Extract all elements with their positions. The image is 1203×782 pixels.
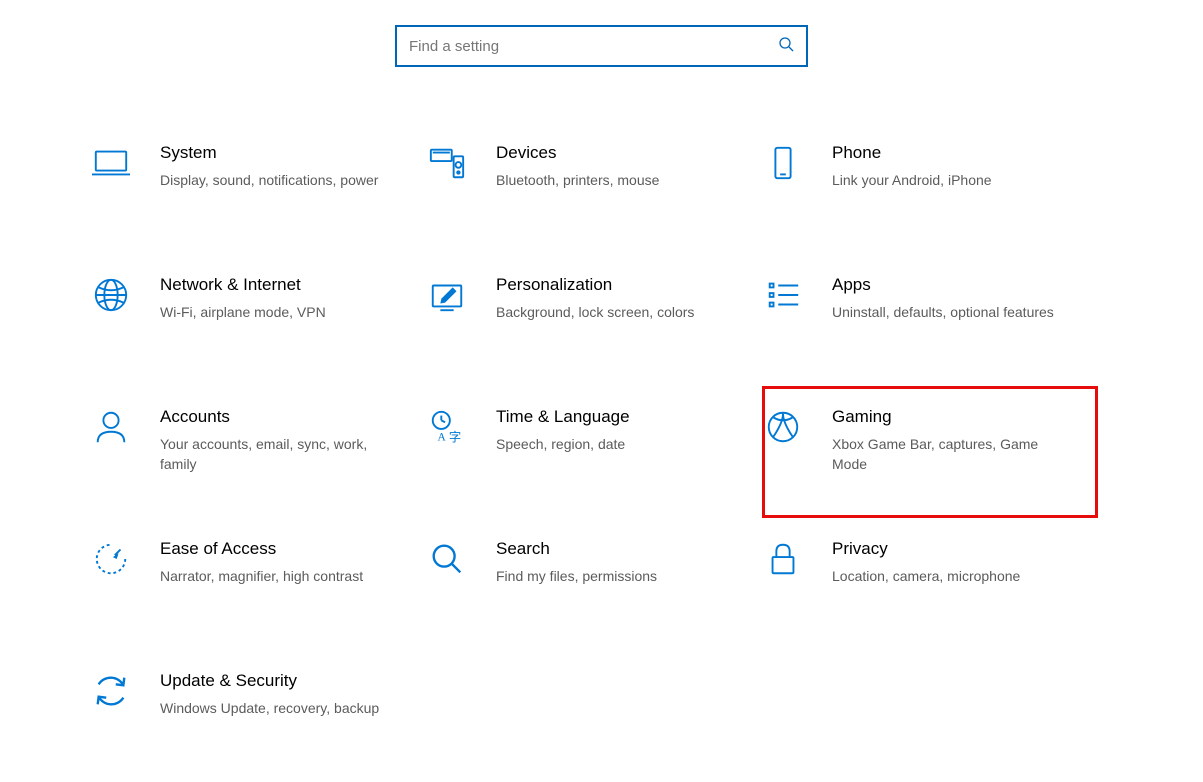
category-title: Devices: [496, 142, 732, 164]
search-wrapper: [0, 25, 1203, 67]
category-system[interactable]: System Display, sound, notifications, po…: [90, 122, 426, 254]
category-title: Gaming: [832, 406, 1068, 428]
category-title: Update & Security: [160, 670, 396, 692]
category-ease-of-access[interactable]: Ease of Access Narrator, magnifier, high…: [90, 518, 426, 650]
category-description: Location, camera, microphone: [832, 566, 1068, 586]
category-description: Windows Update, recovery, backup: [160, 698, 396, 718]
category-network[interactable]: Network & Internet Wi-Fi, airplane mode,…: [90, 254, 426, 386]
category-description: Bluetooth, printers, mouse: [496, 170, 732, 190]
network-icon: [90, 274, 132, 316]
category-description: Speech, region, date: [496, 434, 732, 454]
category-title: Accounts: [160, 406, 396, 428]
category-title: Search: [496, 538, 732, 560]
svg-text:字: 字: [449, 429, 461, 444]
category-title: Ease of Access: [160, 538, 396, 560]
update-security-icon: [90, 670, 132, 712]
search-icon: [778, 36, 794, 57]
category-title: Apps: [832, 274, 1068, 296]
category-description: Display, sound, notifications, power: [160, 170, 396, 190]
category-gaming[interactable]: Gaming Xbox Game Bar, captures, Game Mod…: [762, 386, 1098, 518]
category-phone[interactable]: Phone Link your Android, iPhone: [762, 122, 1098, 254]
category-personalization[interactable]: Personalization Background, lock screen,…: [426, 254, 762, 386]
system-icon: [90, 142, 132, 184]
accounts-icon: [90, 406, 132, 448]
category-accounts[interactable]: Accounts Your accounts, email, sync, wor…: [90, 386, 426, 518]
category-description: Find my files, permissions: [496, 566, 732, 586]
search-category-icon: [426, 538, 468, 580]
category-devices[interactable]: Devices Bluetooth, printers, mouse: [426, 122, 762, 254]
category-title: Network & Internet: [160, 274, 396, 296]
category-description: Link your Android, iPhone: [832, 170, 1068, 190]
devices-icon: [426, 142, 468, 184]
category-title: Personalization: [496, 274, 732, 296]
category-title: Phone: [832, 142, 1068, 164]
category-title: Time & Language: [496, 406, 732, 428]
personalization-icon: [426, 274, 468, 316]
category-title: System: [160, 142, 396, 164]
category-time-language[interactable]: A 字 Time & Language Speech, region, date: [426, 386, 762, 518]
apps-icon: [762, 274, 804, 316]
settings-grid: System Display, sound, notifications, po…: [0, 122, 1203, 782]
search-input[interactable]: [409, 38, 778, 55]
category-apps[interactable]: Apps Uninstall, defaults, optional featu…: [762, 254, 1098, 386]
svg-text:A: A: [438, 431, 447, 443]
search-box[interactable]: [395, 25, 808, 67]
category-description: Uninstall, defaults, optional features: [832, 302, 1068, 322]
gaming-icon: [762, 406, 804, 448]
category-description: Your accounts, email, sync, work, family: [160, 434, 396, 475]
category-update-security[interactable]: Update & Security Windows Update, recove…: [90, 650, 426, 782]
category-description: Narrator, magnifier, high contrast: [160, 566, 396, 586]
category-search[interactable]: Search Find my files, permissions: [426, 518, 762, 650]
category-description: Xbox Game Bar, captures, Game Mode: [832, 434, 1068, 475]
category-description: Background, lock screen, colors: [496, 302, 732, 322]
category-privacy[interactable]: Privacy Location, camera, microphone: [762, 518, 1098, 650]
privacy-icon: [762, 538, 804, 580]
category-title: Privacy: [832, 538, 1068, 560]
phone-icon: [762, 142, 804, 184]
category-description: Wi-Fi, airplane mode, VPN: [160, 302, 396, 322]
time-language-icon: A 字: [426, 406, 468, 448]
ease-of-access-icon: [90, 538, 132, 580]
